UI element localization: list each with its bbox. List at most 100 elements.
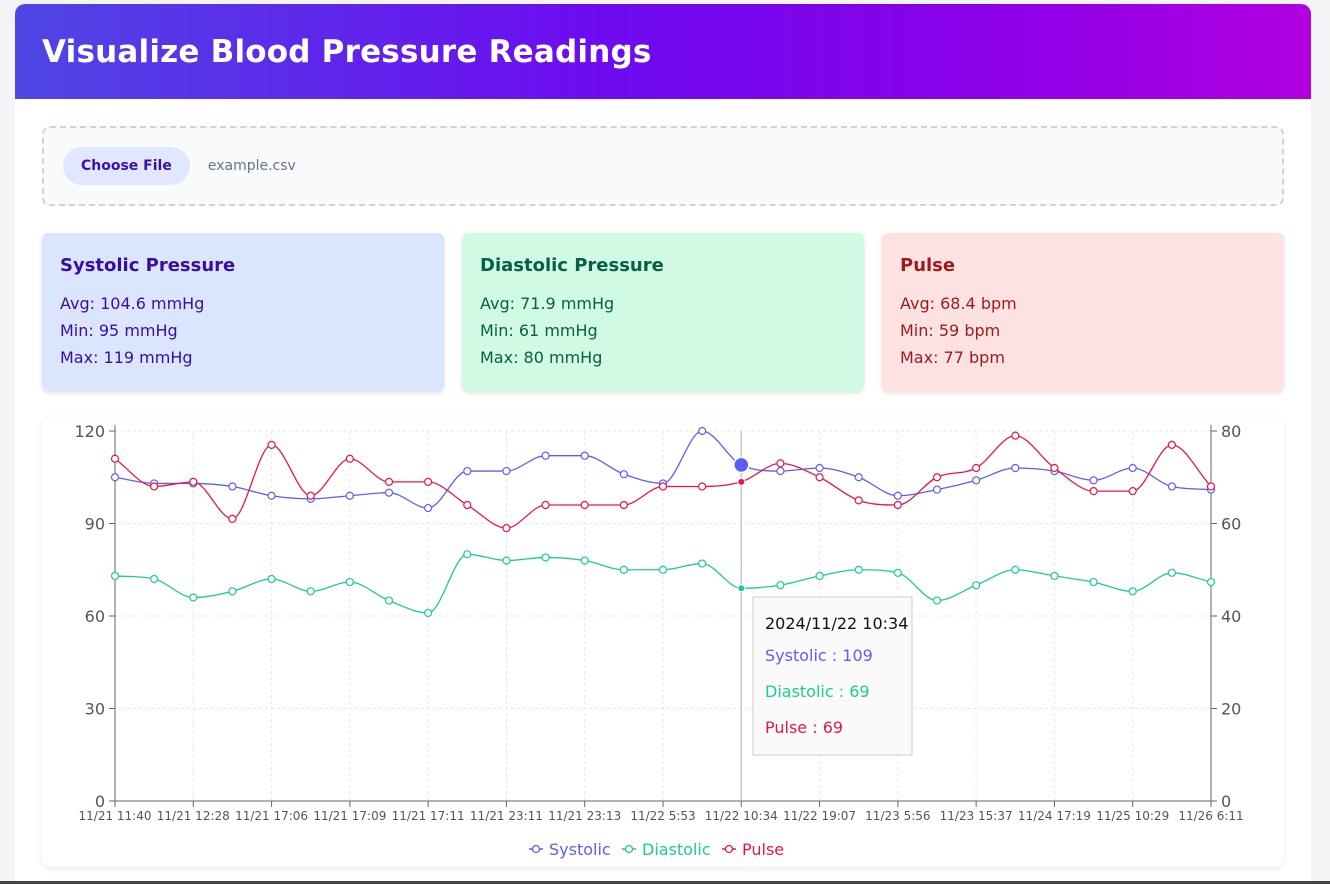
y-right-tick-label: 80 [1221,422,1241,441]
x-tick-label: 11/25 10:29 [1096,809,1169,823]
systolic-point [854,473,863,482]
y-left-tick-label: 120 [74,422,105,441]
pulse-point [384,477,394,486]
tooltip-line: Pulse : 69 [765,718,843,737]
x-tick-label: 11/26 6:11 [1178,809,1243,823]
diastolic-point [815,571,824,581]
diastolic-point [580,556,589,565]
x-tick-label: 11/21 12:28 [157,809,230,823]
diastolic-point [1167,568,1176,577]
diastolic-point [228,587,237,596]
diastolic-point [776,581,785,590]
pulse-active-point [737,477,746,486]
x-tick-label: 11/22 19:07 [783,809,856,823]
legend-marker-diastolic [624,844,634,854]
x-tick-label: 11/21 17:09 [313,809,386,823]
diastolic-point [110,571,120,581]
systolic-point [1011,463,1020,473]
legend-label-pulse: Pulse [742,840,784,859]
tooltip-line: Diastolic : 69 [765,682,870,701]
diastolic-point [972,581,981,590]
pulse-point [815,473,824,482]
pulse-point [541,500,550,510]
systolic-point [541,451,550,460]
pulse-point [658,482,668,491]
diastolic-point [502,556,511,565]
x-tick-label: 11/23 15:37 [940,809,1013,823]
systolic-point [502,466,511,476]
diastolic-point [1128,587,1137,596]
pulse-point [1011,431,1020,440]
diastolic-point [306,587,315,596]
systolic-point [463,466,472,476]
systolic-point [619,470,628,479]
x-tick-label: 11/22 10:34 [705,809,778,823]
y-left-tick-label: 60 [85,607,105,626]
diastolic-point [698,559,707,568]
systolic-point [384,488,394,497]
x-tick-label: 11/21 11:40 [79,809,152,823]
legend-label-systolic: Systolic [549,840,611,859]
x-tick-label: 11/21 17:06 [235,809,308,823]
x-tick-label: 11/21 23:11 [470,809,543,823]
diastolic-point [619,565,628,574]
pulse-point [1050,463,1059,473]
pulse-point [854,496,863,505]
chart-legend: Systolic Diastolic Pulse [529,840,784,859]
systolic-point [1128,463,1137,473]
systolic-point [580,451,589,460]
diastolic-point [189,593,198,602]
pulse-point [267,440,276,449]
systolic-point [228,482,237,491]
diastolic-point [424,608,433,618]
pulse-point [893,500,902,510]
diastolic-point [384,596,394,605]
pulse-point [1128,487,1137,496]
pulse-point [463,500,472,510]
x-tick-label: 11/23 5:56 [865,809,930,823]
y-right-tick-label: 40 [1221,607,1241,626]
pulse-point [502,524,511,533]
pulse-point [1167,440,1176,449]
pulse-point [150,482,159,491]
tooltip-title: 2024/11/22 10:34 [765,614,908,633]
systolic-point [972,476,981,485]
pulse-point [228,514,237,523]
y-left-tick-label: 30 [85,700,105,719]
systolic-point [1089,476,1098,485]
y-right-tick-label: 60 [1221,515,1241,534]
pulse-point [698,482,707,491]
systolic-point [267,491,276,500]
blood-pressure-chart[interactable]: 030609012002040608011/21 11:40 11/21 12:2… [0,0,1330,884]
systolic-point [893,491,902,500]
diastolic-point [1089,577,1098,587]
systolic-point [776,466,785,476]
diastolic-point [932,596,942,605]
systolic-point [424,503,433,513]
x-tick-label: 11/22 5:53 [630,809,695,823]
y-right-tick-label: 20 [1221,700,1241,719]
diastolic-point [1050,571,1059,581]
diastolic-point [1206,577,1216,587]
diastolic-point [854,565,863,574]
pulse-point [306,491,315,500]
pulse-point [189,477,198,486]
pulse-point [1089,487,1098,496]
legend-label-diastolic: Diastolic [642,840,711,859]
x-tick-label: 11/24 17:19 [1018,809,1091,823]
diastolic-active-point [737,584,746,593]
y-left-tick-label: 90 [85,515,105,534]
pulse-point [619,500,628,510]
systolic-point [698,426,707,436]
pulse-point [776,459,785,468]
pulse-point [1206,482,1216,491]
legend-marker-systolic [531,844,541,854]
x-tick-label: 11/21 17:11 [392,809,465,823]
systolic-point [1167,482,1176,491]
diastolic-point [463,550,472,559]
systolic-active-point [733,456,750,474]
systolic-point [815,463,824,473]
diastolic-point [893,568,902,577]
diastolic-point [541,553,550,562]
pulse-point [424,477,433,486]
